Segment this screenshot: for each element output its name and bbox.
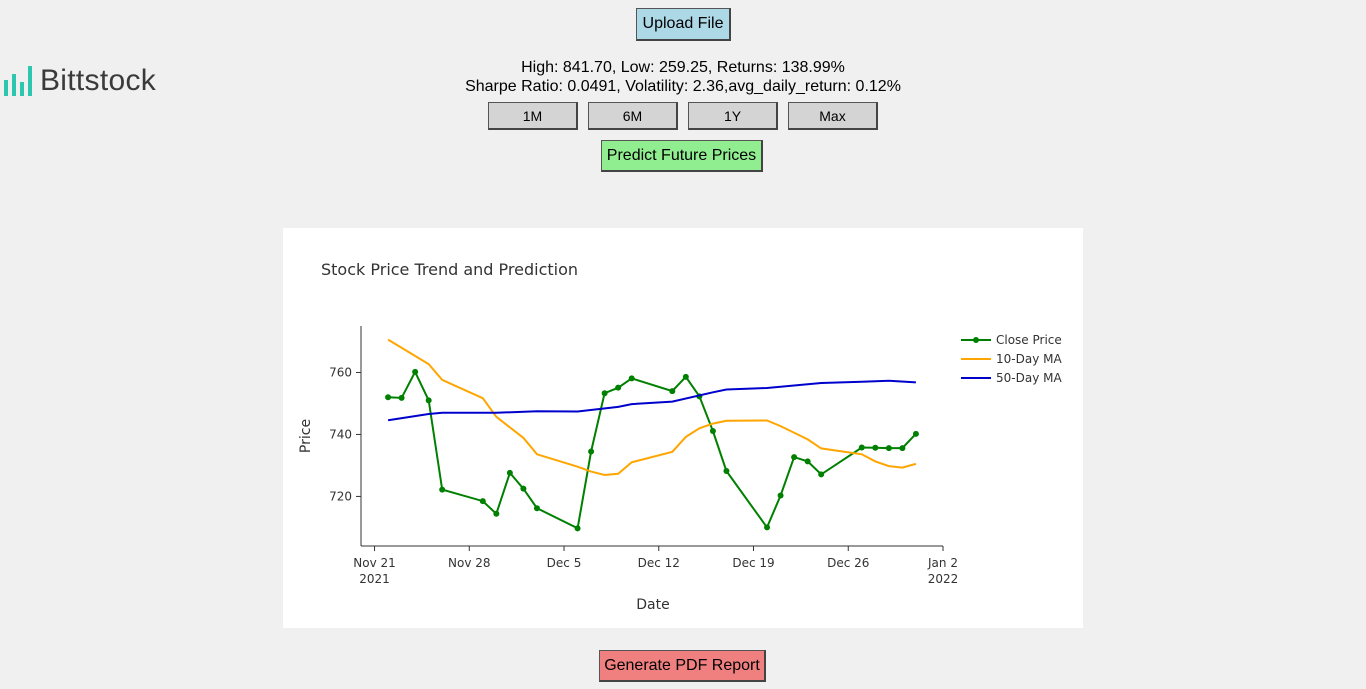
close-price-point (615, 384, 622, 391)
close-price-point (479, 498, 486, 505)
close-price-point (872, 444, 879, 451)
close-price-point (885, 445, 892, 452)
legend-label: Close Price (996, 333, 1062, 347)
legend-label: 50-Day MA (996, 371, 1062, 385)
legend-marker (973, 337, 979, 343)
x-tick-label: Nov 21 (353, 556, 396, 570)
close-price-point (385, 394, 392, 401)
close-price-point (858, 444, 865, 451)
close-price-point (601, 390, 608, 397)
close-price-point (777, 492, 784, 499)
x-tick-label: Dec 26 (827, 556, 869, 570)
x-tick-year-label: 2022 (928, 572, 959, 586)
close-price-point (709, 428, 716, 435)
price-chart[interactable]: Stock Price Trend and Prediction Price D… (283, 228, 1083, 628)
range-1m-button[interactable]: 1M (488, 102, 578, 130)
stats-line-1: High: 841.70, Low: 259.25, Returns: 138.… (521, 59, 845, 76)
close-price-point (791, 454, 798, 461)
close-price-point (425, 397, 432, 404)
range-max-button[interactable]: Max (788, 102, 878, 130)
50-day-ma-line (387, 379, 916, 422)
close-price-point (506, 469, 513, 476)
upload-file-button[interactable]: Upload File (636, 8, 731, 41)
x-tick-label: Dec 19 (732, 556, 774, 570)
x-tick-year-label: 2021 (359, 572, 390, 586)
close-price-point (398, 394, 405, 401)
close-price-point (723, 468, 730, 475)
stats-line-2: Sharpe Ratio: 0.0491, Volatility: 2.36,a… (465, 78, 901, 95)
close-price-point (818, 471, 825, 478)
chart-title: Stock Price Trend and Prediction (321, 260, 578, 279)
close-price-point (520, 485, 527, 492)
close-price-point (682, 373, 689, 380)
range-1y-button[interactable]: 1Y (688, 102, 778, 130)
y-tick-label: 760 (329, 365, 352, 379)
x-tick-label: Jan 2 (927, 556, 958, 570)
legend-label: 10-Day MA (996, 352, 1062, 366)
close-price-point (439, 486, 446, 493)
predict-future-prices-button[interactable]: Predict Future Prices (601, 140, 763, 172)
chart-panel: Stock Price Trend and Prediction Price D… (283, 228, 1083, 628)
close-price-point (912, 430, 919, 437)
10-day-ma-line (387, 338, 917, 477)
close-price-point (899, 445, 906, 452)
range-6m-button[interactable]: 6M (588, 102, 678, 130)
close-price-point (533, 505, 540, 512)
y-tick-label: 720 (329, 489, 352, 503)
y-tick-label: 740 (329, 427, 352, 441)
close-price-point (412, 368, 419, 375)
close-price-point (628, 375, 635, 382)
x-tick-label: Dec 12 (638, 556, 680, 570)
generate-pdf-report-button[interactable]: Generate PDF Report (599, 650, 766, 682)
x-tick-label: Dec 5 (547, 556, 582, 570)
close-price-point (669, 388, 676, 395)
close-price-point (588, 448, 595, 455)
x-tick-label: Nov 28 (448, 556, 491, 570)
y-axis-label: Price (298, 419, 314, 453)
close-price-point (493, 510, 500, 517)
close-price-point (804, 458, 811, 465)
close-price-point (574, 525, 581, 532)
close-price-point (764, 524, 771, 531)
x-axis-label: Date (636, 597, 669, 613)
